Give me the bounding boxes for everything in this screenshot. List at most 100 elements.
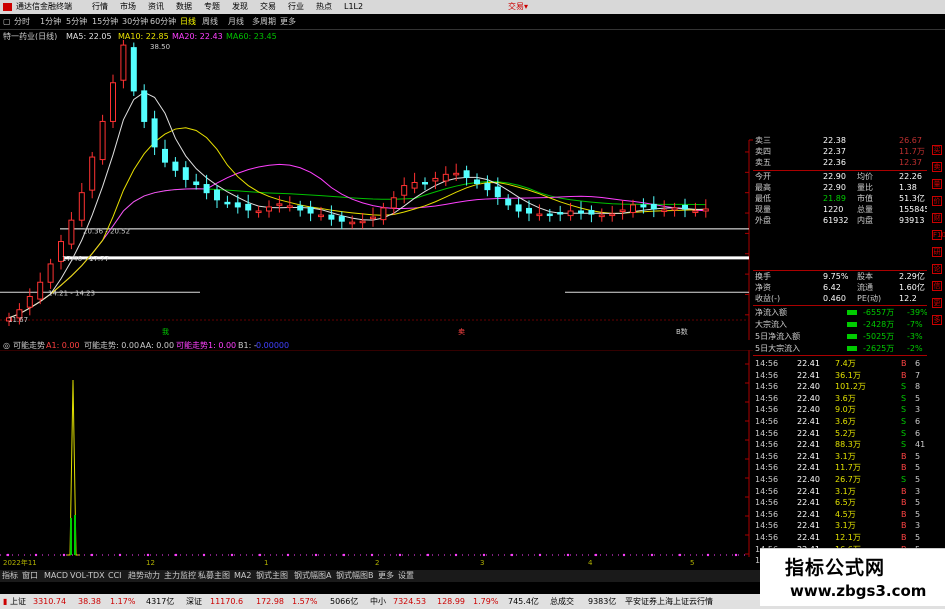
candle[interactable]	[474, 179, 480, 185]
side-function-button[interactable]: F10	[932, 230, 945, 240]
period-tab[interactable]: 30分钟	[122, 14, 148, 30]
candle[interactable]	[151, 118, 158, 148]
candle[interactable]	[78, 192, 85, 221]
candle[interactable]	[182, 167, 189, 180]
period-tab[interactable]: 周线	[202, 14, 218, 30]
candle[interactable]	[578, 210, 584, 214]
candle[interactable]	[661, 209, 668, 213]
menu-item[interactable]: 市场	[120, 2, 136, 11]
menu-item[interactable]: 行业	[288, 2, 304, 11]
candle[interactable]	[494, 186, 501, 198]
indicator-tab[interactable]: 窗口	[22, 570, 38, 582]
indicator-tab[interactable]: 钢式主图	[256, 570, 288, 582]
candle[interactable]	[411, 182, 418, 189]
indicator-tab[interactable]: 指标	[2, 570, 18, 582]
indicator-tab[interactable]: 更多	[378, 570, 394, 582]
candle[interactable]	[598, 214, 605, 218]
candle[interactable]	[505, 198, 512, 206]
menu-item[interactable]: 专题	[204, 2, 220, 11]
candle[interactable]	[630, 204, 636, 214]
candle[interactable]	[370, 216, 376, 220]
period-tab[interactable]: 60分钟	[150, 14, 176, 30]
candle[interactable]	[359, 220, 366, 224]
candle[interactable]	[546, 213, 553, 217]
period-tab[interactable]: 15分钟	[92, 14, 118, 30]
candle[interactable]	[692, 210, 699, 213]
candle[interactable]	[671, 207, 678, 211]
menu-item[interactable]: L1L2	[344, 2, 363, 11]
candle[interactable]	[68, 219, 75, 245]
candle[interactable]	[214, 189, 220, 201]
candle[interactable]	[401, 185, 408, 196]
menu-item[interactable]: 交易	[260, 2, 276, 11]
menu-item[interactable]: 行情	[92, 2, 108, 11]
candle[interactable]	[141, 90, 148, 122]
candle[interactable]	[276, 203, 283, 206]
candle[interactable]	[120, 44, 127, 81]
candle[interactable]	[255, 210, 262, 214]
candle[interactable]	[26, 296, 33, 308]
indicator-tab[interactable]: MACD	[44, 570, 68, 582]
candle[interactable]	[484, 183, 491, 191]
candle[interactable]	[297, 205, 304, 211]
candle[interactable]	[390, 197, 397, 209]
side-function-button[interactable]: 论	[932, 264, 942, 274]
candle[interactable]	[536, 213, 543, 217]
candle[interactable]	[442, 173, 449, 182]
period-tab[interactable]: 1分钟	[40, 14, 61, 30]
candle[interactable]	[422, 182, 428, 185]
candle[interactable]	[338, 216, 345, 222]
side-function-button[interactable]: 价	[932, 196, 942, 206]
candle[interactable]	[224, 201, 231, 205]
side-function-button[interactable]: 多	[932, 315, 942, 325]
candle[interactable]	[349, 221, 356, 225]
period-tab[interactable]: 月线	[228, 14, 244, 30]
candle[interactable]	[89, 156, 96, 191]
side-function-button[interactable]: 更	[932, 298, 942, 308]
sh-index-name[interactable]: 上证	[10, 594, 26, 609]
indicator-tab[interactable]: 主力监控	[164, 570, 196, 582]
candle[interactable]	[193, 181, 200, 186]
candle[interactable]	[650, 203, 657, 210]
signal-marker[interactable]: 我	[162, 327, 169, 336]
period-tab[interactable]: 分时	[14, 14, 30, 30]
candle[interactable]	[453, 172, 460, 176]
candle[interactable]	[702, 208, 709, 212]
side-function-button[interactable]: 研	[932, 247, 942, 257]
candle[interactable]	[619, 209, 626, 213]
side-function-button[interactable]: 卖	[932, 162, 942, 172]
indicator-tab[interactable]: 私募主图	[198, 570, 230, 582]
candle[interactable]	[172, 161, 179, 171]
candle[interactable]	[328, 214, 335, 220]
candlestick-chart[interactable]: 28.0026.0024.0022.0020.0018.0016.0014.00…	[0, 40, 753, 340]
indicator-tab[interactable]: 钢式幅图A	[294, 570, 331, 582]
candle[interactable]	[162, 148, 168, 163]
side-function-button[interactable]: 信	[932, 281, 942, 291]
sz-index-name[interactable]: 深证	[186, 594, 202, 609]
period-tab[interactable]: 多周期	[252, 14, 276, 30]
candle[interactable]	[526, 207, 532, 214]
side-function-button[interactable]: 财	[932, 213, 942, 223]
period-tab[interactable]: 日线	[180, 14, 196, 30]
period-tab[interactable]: 5分钟	[66, 14, 87, 30]
indicator-tab[interactable]: 设置	[398, 570, 414, 582]
menu-item[interactable]: 发现	[232, 2, 248, 11]
indicator-tab[interactable]: CCI	[108, 570, 122, 582]
trade-menu[interactable]: 交易▾	[508, 0, 528, 14]
broker-label[interactable]: 平安证券上海上证云行情	[625, 594, 713, 609]
candle[interactable]	[432, 177, 439, 182]
indicator-tab[interactable]: VOL-TDX	[70, 570, 105, 582]
candle[interactable]	[286, 205, 293, 208]
indicator-tab[interactable]: MA2	[234, 570, 251, 582]
candle[interactable]	[307, 206, 314, 214]
candle[interactable]	[682, 204, 688, 210]
candle[interactable]	[318, 214, 324, 218]
candle[interactable]	[380, 207, 387, 221]
candle[interactable]	[99, 120, 106, 161]
candle[interactable]	[245, 203, 252, 211]
candle[interactable]	[110, 82, 116, 122]
candle[interactable]	[130, 47, 137, 92]
signal-marker[interactable]: 卖	[458, 328, 465, 336]
indicator-tab[interactable]: 钢式幅图B	[336, 570, 374, 582]
candle[interactable]	[234, 202, 241, 208]
